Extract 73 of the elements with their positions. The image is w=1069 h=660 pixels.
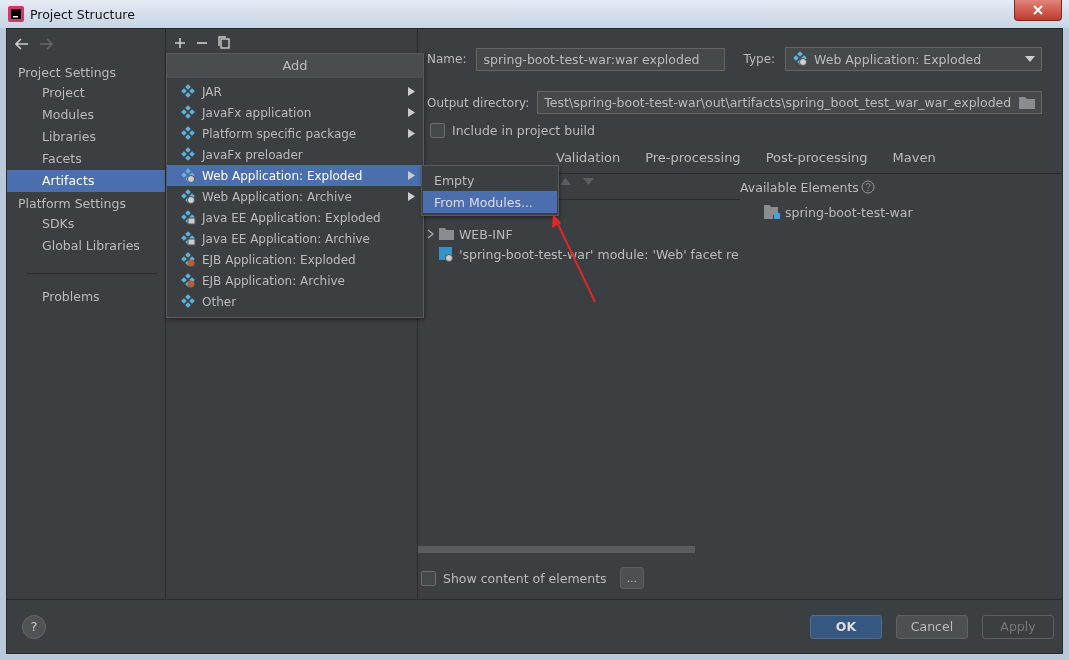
artifact-icon — [180, 293, 196, 310]
move-up-icon[interactable] — [560, 178, 571, 185]
available-elements-title: Available Elements — [740, 179, 859, 195]
help-button[interactable]: ? — [22, 614, 46, 639]
menu-item[interactable]: Other — [167, 291, 423, 312]
help-icon[interactable] — [860, 180, 875, 194]
sidebar-item[interactable]: Facets — [7, 148, 165, 170]
output-directory-label: Output directory: — [427, 95, 530, 110]
artifact-icon — [180, 125, 196, 142]
artifact-icon — [180, 83, 196, 100]
window-title: Project Structure — [30, 6, 135, 22]
folder-icon — [439, 228, 454, 240]
tree-item-label: WEB-INF — [459, 226, 513, 242]
dialog-button[interactable]: OK — [810, 614, 882, 639]
close-button[interactable] — [1014, 0, 1062, 21]
artifact-icon — [792, 51, 809, 67]
tree-item-label: spring-boot-test-war — [785, 204, 913, 220]
checkbox[interactable] — [421, 570, 436, 586]
checkbox-label: Include in project build — [452, 123, 595, 138]
artifact-icon — [180, 251, 196, 268]
menu-item[interactable]: JavaFx application — [167, 102, 423, 123]
menu-item[interactable]: Empty — [423, 169, 557, 191]
sidebar-item[interactable]: Modules — [7, 104, 165, 126]
artifact-icon — [180, 104, 196, 121]
tab[interactable]: Validation — [556, 150, 621, 169]
add-icon[interactable] — [174, 36, 186, 49]
artifact-icon — [180, 146, 196, 163]
artifact-icon — [180, 272, 196, 289]
scrollbar[interactable] — [418, 546, 695, 553]
output-directory-field[interactable]: Test\spring-boot-test-war\out\artifacts\spring_boot_test_war_war_exploded — [537, 91, 1042, 114]
type-label: Type: — [743, 52, 776, 66]
dialog-button[interactable]: Cancel — [896, 614, 968, 639]
type-dropdown[interactable]: Web Application: Exploded — [785, 47, 1042, 71]
sidebar-heading: Platform Settings — [17, 195, 127, 213]
tab[interactable]: Maven — [892, 150, 936, 169]
back-icon[interactable] — [15, 38, 29, 50]
sidebar-item[interactable]: Global Libraries — [7, 235, 165, 257]
sidebar-item[interactable]: Project — [7, 82, 165, 104]
checkbox[interactable] — [430, 123, 445, 138]
tab[interactable]: Post-processing — [765, 150, 868, 169]
more-button[interactable]: ... — [619, 567, 645, 589]
module-folder-icon — [764, 205, 780, 219]
close-icon — [1033, 5, 1043, 15]
menu-item[interactable]: JavaFx preloader — [167, 144, 423, 165]
app-icon — [8, 6, 24, 22]
sidebar-heading: Project Settings — [17, 64, 117, 82]
sidebar-item[interactable]: Artifacts — [7, 170, 165, 192]
dropdown-arrow-icon — [1025, 56, 1035, 62]
menu-item[interactable]: From Modules... — [423, 191, 557, 213]
artifact-icon — [180, 167, 196, 184]
menu-item[interactable]: EJB Application: Exploded — [167, 249, 423, 270]
menu-item[interactable]: Platform specific package — [167, 123, 423, 144]
name-label: Name: — [427, 52, 467, 66]
tab[interactable]: Pre-processing — [645, 150, 741, 169]
menu-item[interactable]: Web Application: Archive — [167, 186, 423, 207]
name-field[interactable]: spring-boot-test-war:war exploded — [476, 47, 726, 71]
artifact-icon — [180, 230, 196, 247]
sidebar-item[interactable]: Problems — [7, 286, 165, 308]
tree-item[interactable]: spring-boot-test-war — [740, 202, 1062, 222]
folder-icon[interactable] — [1019, 96, 1035, 109]
artifact-icon — [180, 209, 196, 226]
artifact-icon — [180, 188, 196, 205]
copy-icon[interactable] — [218, 36, 230, 49]
move-down-icon[interactable] — [583, 178, 594, 185]
forward-icon[interactable] — [39, 38, 53, 50]
menu-item[interactable]: JAR — [167, 81, 423, 102]
sidebar-item[interactable]: Libraries — [7, 126, 165, 148]
menu-item[interactable]: Web Application: Exploded — [167, 165, 423, 186]
module-icon — [439, 246, 454, 262]
menu-item[interactable]: EJB Application: Archive — [167, 270, 423, 291]
menu-title: Add — [167, 54, 423, 78]
sidebar-item[interactable]: SDKs — [7, 213, 165, 235]
checkbox-label: Show content of elements — [443, 570, 607, 586]
